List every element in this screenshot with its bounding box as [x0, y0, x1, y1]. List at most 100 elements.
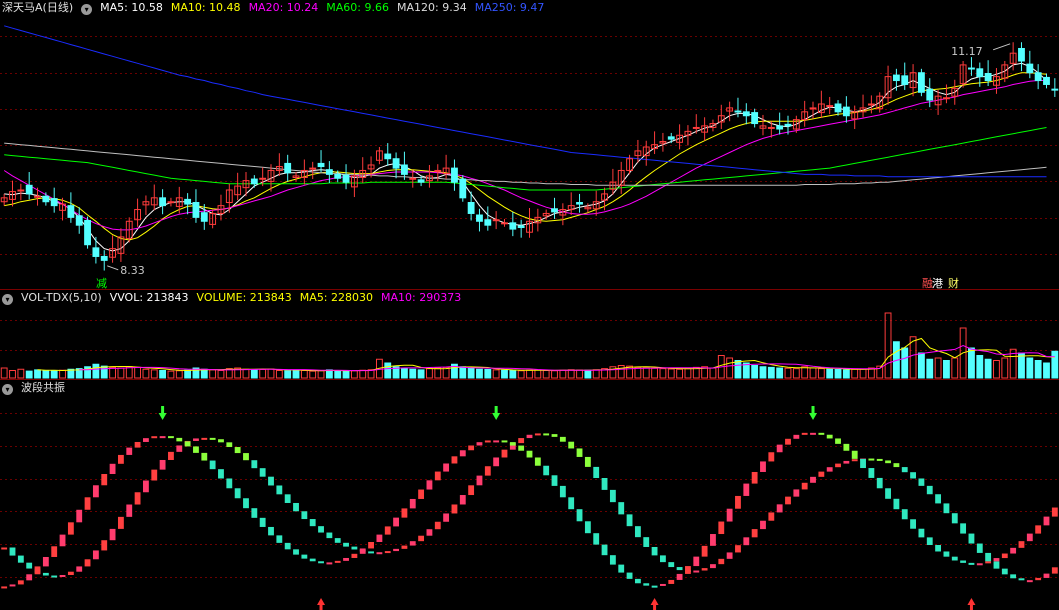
volume-bar — [267, 368, 275, 379]
osc-slow-segment — [434, 521, 441, 530]
osc-fast-segment — [1001, 553, 1008, 559]
candle-body — [551, 208, 558, 213]
price-chart[interactable]: 11.178.33减融港财 — [0, 0, 1059, 290]
volume-bar — [576, 369, 583, 379]
volume-bar — [926, 358, 934, 379]
candle-body — [451, 167, 458, 183]
candle-body — [901, 75, 909, 85]
candle-body — [751, 112, 759, 125]
osc-fast-segment — [234, 488, 241, 499]
volume-bar — [1043, 362, 1050, 379]
osc-fast-segment — [476, 442, 483, 446]
osc-fast-segment — [509, 442, 516, 446]
osc-slow-segment — [776, 504, 783, 513]
osc-slow-segment — [351, 546, 358, 550]
osc-fast-segment — [926, 537, 933, 546]
osc-fast-segment — [343, 557, 349, 561]
oscillator-chart[interactable] — [0, 380, 1059, 610]
oscillator-panel[interactable]: ▾ 波段共振 — [0, 380, 1059, 610]
osc-slow-segment — [401, 545, 408, 549]
candle-body — [667, 136, 675, 140]
candle-body — [259, 177, 267, 180]
volume-bar — [359, 369, 367, 379]
volume-panel[interactable]: ▾ VOL-TDX(5,10) VVOL: 213843 VOLUME: 213843… — [0, 290, 1059, 380]
osc-fast-segment — [1026, 533, 1033, 542]
osc-slow-segment — [543, 433, 550, 436]
candle-body — [325, 169, 333, 175]
volume-bar — [459, 366, 467, 379]
osc-fast-segment — [1, 586, 8, 589]
volume-bar — [968, 347, 975, 379]
osc-slow-segment — [1035, 577, 1042, 581]
osc-fast-segment — [718, 521, 725, 535]
osc-slow-segment — [426, 529, 433, 536]
osc-slow-segment — [901, 467, 908, 473]
candle-body — [784, 123, 792, 127]
osc-fast-segment — [1051, 507, 1058, 517]
osc-fast-segment — [618, 564, 625, 573]
osc-fast-segment — [126, 447, 133, 455]
osc-fast-segment — [584, 521, 591, 534]
osc-slow-segment — [343, 542, 349, 547]
volume-bar — [842, 369, 850, 379]
osc-fast-segment — [443, 463, 450, 472]
volume-bar — [317, 370, 325, 379]
candle-body — [184, 198, 192, 205]
osc-slow-segment — [1018, 578, 1025, 581]
osc-fast-segment — [276, 535, 283, 543]
volume-bar — [34, 369, 41, 379]
osc-fast-segment — [159, 436, 166, 439]
volume-bar — [217, 370, 225, 379]
volume-bar — [517, 370, 525, 379]
volume-bar — [659, 368, 667, 379]
osc-fast-segment — [268, 526, 274, 536]
volume-bar — [784, 367, 792, 379]
volume-bar — [1051, 350, 1059, 379]
price-panel[interactable]: 深天马A(日线) ▾ MA5: 10.58 MA10: 10.48 MA20: 10.2… — [0, 0, 1059, 290]
osc-slow-segment — [17, 555, 24, 563]
osc-fast-segment — [134, 441, 141, 448]
volume-bar — [534, 369, 542, 379]
osc-slow-segment — [309, 519, 316, 527]
osc-slow-segment — [151, 469, 158, 481]
osc-slow-segment — [126, 504, 133, 517]
osc-fast-segment — [293, 549, 299, 555]
candle-body — [467, 202, 475, 214]
osc-fast-segment — [459, 450, 466, 457]
osc-slow-segment — [42, 572, 49, 576]
candle-body — [1026, 63, 1034, 74]
volume-bar — [751, 365, 759, 379]
volume-bar — [984, 358, 992, 379]
volume-bar — [159, 370, 167, 379]
osc-fast-segment — [418, 489, 425, 499]
osc-slow-segment — [326, 532, 333, 539]
candle-body — [409, 177, 417, 180]
osc-fast-segment — [51, 546, 58, 557]
candle-body — [767, 126, 775, 129]
osc-slow-segment — [393, 548, 400, 552]
osc-slow-segment — [234, 447, 241, 454]
osc-slow-segment — [268, 476, 274, 486]
ma-line-ma20 — [3, 80, 1047, 231]
volume-bar — [134, 366, 142, 379]
candle-body — [25, 184, 33, 195]
osc-slow-segment — [568, 441, 575, 449]
osc-slow-segment — [626, 514, 633, 527]
osc-fast-segment — [918, 528, 925, 538]
high-price-label: 11.17 — [951, 45, 983, 58]
osc-fast-segment — [201, 452, 208, 461]
osc-slow-segment — [668, 562, 675, 568]
osc-fast-segment — [985, 561, 992, 564]
volume-chart[interactable] — [0, 290, 1059, 380]
osc-slow-segment — [193, 438, 199, 441]
osc-fast-segment — [868, 468, 875, 478]
osc-slow-segment — [51, 575, 58, 578]
osc-fast-segment — [117, 454, 124, 464]
osc-fast-segment — [209, 460, 216, 470]
osc-fast-segment — [401, 508, 408, 518]
osc-fast-segment — [676, 573, 683, 580]
volume-bar — [742, 362, 750, 379]
osc-fast-segment — [251, 508, 258, 518]
candle-body — [334, 173, 342, 179]
osc-fast-segment — [151, 436, 158, 439]
